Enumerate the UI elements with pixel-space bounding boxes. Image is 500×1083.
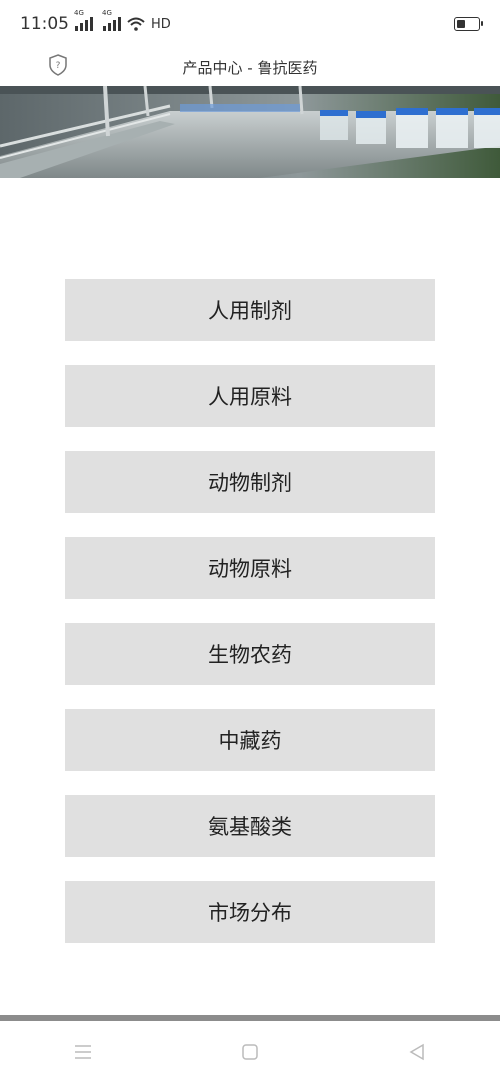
menu-item-animal-raw-materials[interactable]: 动物原料: [65, 537, 435, 599]
menu-item-human-preparations[interactable]: 人用制剂: [65, 279, 435, 341]
status-time: 11:05: [20, 14, 69, 34]
status-left: 11:05 4G 4G HD: [20, 9, 171, 34]
menu-item-amino-acids[interactable]: 氨基酸类: [65, 795, 435, 857]
battery-icon: [454, 17, 483, 31]
nav-menu-button[interactable]: [71, 1040, 95, 1064]
page-title: 产品中心 - 鲁抗医药: [182, 58, 318, 77]
nav-home-button[interactable]: [238, 1040, 262, 1064]
menu-item-animal-preparations[interactable]: 动物制剂: [65, 451, 435, 513]
battery-level: [457, 20, 465, 28]
network-label: 4G: [74, 9, 84, 17]
wifi-icon: [127, 17, 145, 31]
shield-icon[interactable]: ?: [48, 54, 68, 76]
network-label: 4G: [102, 9, 112, 17]
back-icon: [409, 1043, 424, 1061]
nav-back-button[interactable]: [405, 1040, 429, 1064]
svg-text:?: ?: [56, 61, 61, 71]
hd-label: HD: [151, 16, 171, 32]
production-line-illustration: [0, 86, 500, 178]
title-bar: ? 产品中心 - 鲁抗医药: [0, 48, 500, 86]
square-icon: [242, 1044, 258, 1060]
menu-icon: [75, 1045, 92, 1059]
status-bar: 11:05 4G 4G HD: [0, 0, 500, 48]
banner-image: [0, 86, 500, 178]
system-nav-bar: [0, 1021, 500, 1083]
menu-item-market-distribution[interactable]: 市场分布: [65, 881, 435, 943]
menu-item-bio-pesticides[interactable]: 生物农药: [65, 623, 435, 685]
signal-icon: 4G: [74, 9, 93, 31]
menu-item-tibetan-medicine[interactable]: 中藏药: [65, 709, 435, 771]
product-menu: 人用制剂 人用原料 动物制剂 动物原料 生物农药 中藏药 氨基酸类 市场分布: [65, 279, 435, 967]
menu-item-human-raw-materials[interactable]: 人用原料: [65, 365, 435, 427]
signal-icon: 4G: [102, 9, 121, 31]
